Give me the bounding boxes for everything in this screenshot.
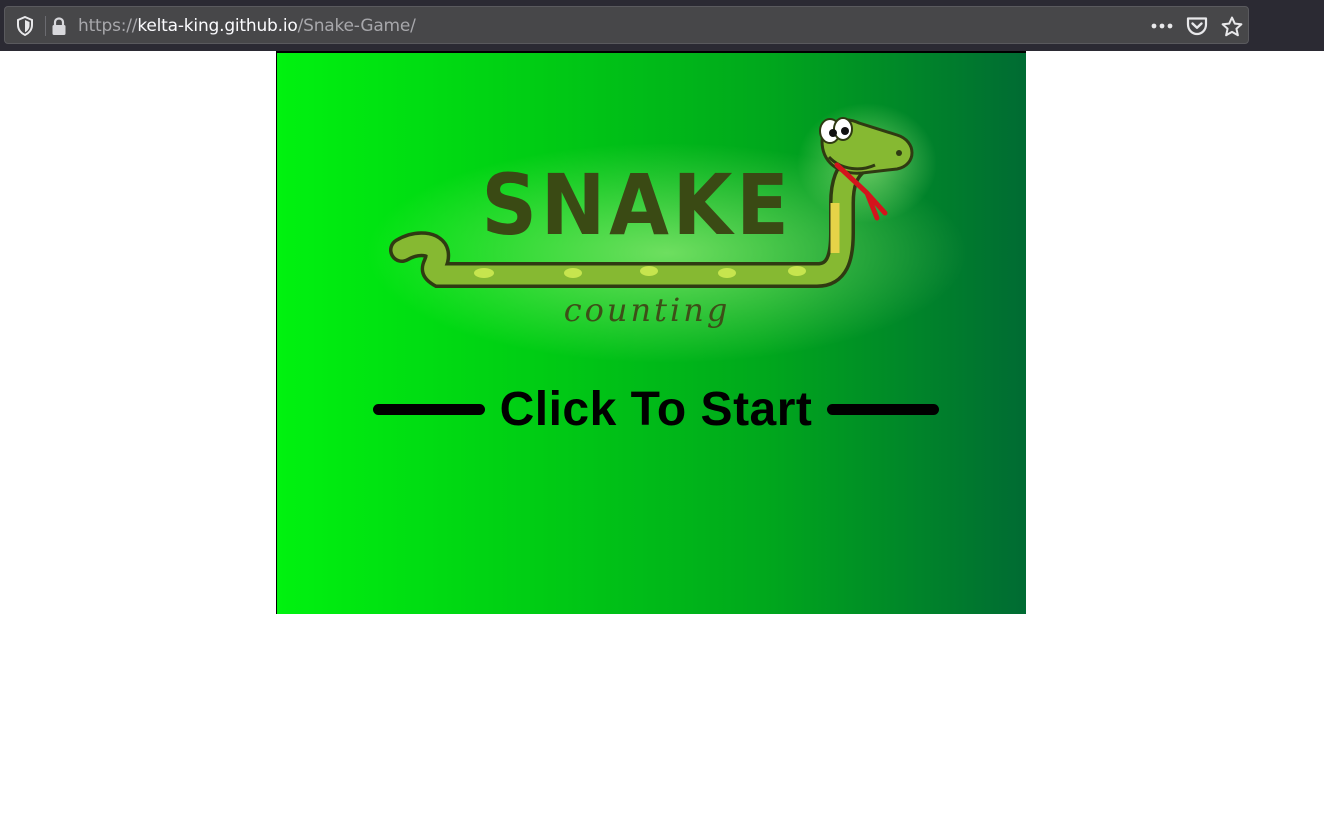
game-canvas[interactable]: SNAKE counting Click To Start (276, 51, 1026, 614)
url-host: kelta-king.github.io (137, 16, 298, 36)
snake-counting-logo: SNAKE counting (277, 53, 1026, 393)
click-to-start-button[interactable]: Click To Start (373, 381, 939, 437)
browser-toolbar: https://kelta-king.github.io/Snake-Game/ (0, 0, 1324, 51)
shield-icon[interactable] (13, 7, 37, 45)
logo-title: SNAKE (481, 156, 793, 254)
url-path: /Snake-Game/ (297, 16, 416, 36)
url-scheme: https:// (78, 16, 138, 36)
url-text[interactable]: https://kelta-king.github.io/Snake-Game/ (78, 7, 416, 45)
url-bar[interactable]: https://kelta-king.github.io/Snake-Game/ (4, 6, 1249, 44)
logo-subtitle: counting (563, 291, 731, 329)
bookmark-star-icon[interactable] (1218, 7, 1246, 45)
start-label: Click To Start (499, 382, 813, 436)
more-icon[interactable] (1149, 7, 1175, 45)
lock-icon[interactable] (49, 7, 69, 45)
pocket-icon[interactable] (1184, 7, 1210, 45)
start-line-left (373, 403, 485, 415)
start-line-right (827, 403, 939, 415)
url-bar-divider (45, 16, 46, 36)
